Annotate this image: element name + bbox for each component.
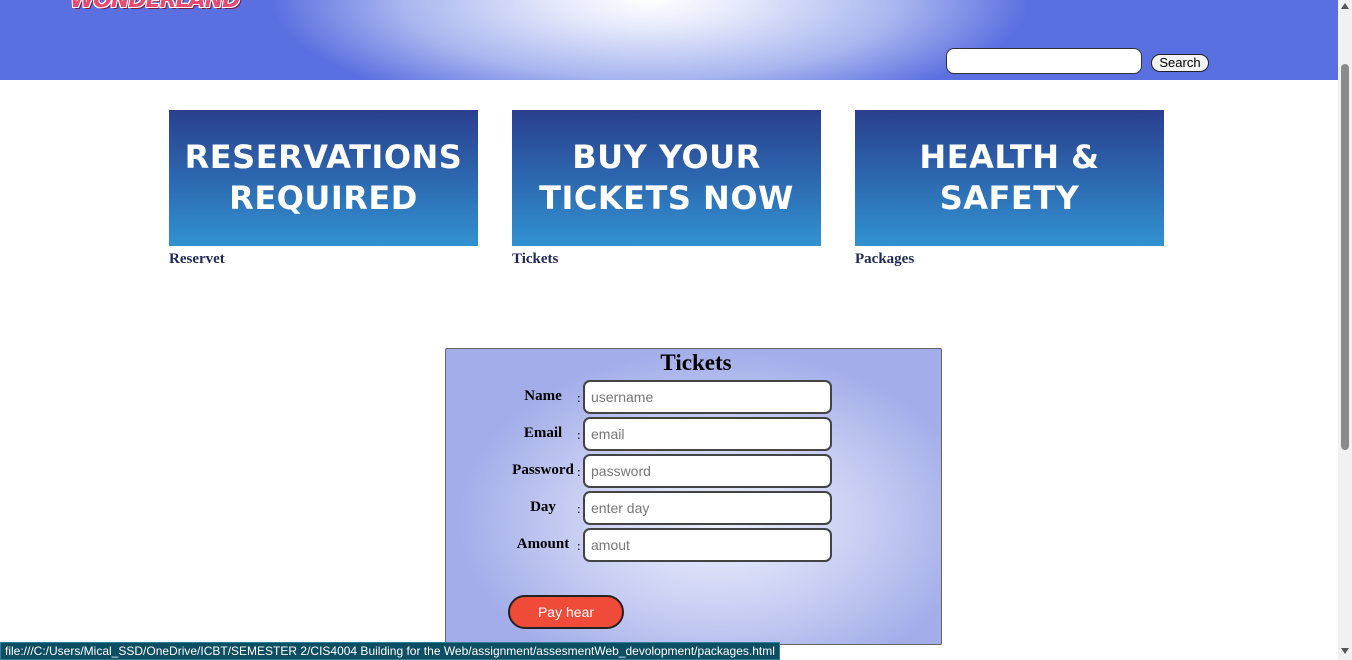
reservet-link[interactable]: Reservet xyxy=(169,251,478,268)
vertical-scrollbar[interactable] xyxy=(1338,0,1352,660)
card-health-safety: HEALTH & SAFETY Packages xyxy=(855,110,1164,268)
form-row-password: Password : xyxy=(446,454,943,488)
card-tickets: BUY YOUR TICKETS NOW Tickets xyxy=(512,110,821,268)
day-label: Day xyxy=(530,499,556,515)
tickets-form: Tickets Name : Email : Password : Day : … xyxy=(445,348,942,645)
search-button[interactable]: Search xyxy=(1151,54,1209,72)
colon: : xyxy=(577,427,581,442)
amount-input[interactable] xyxy=(583,528,832,562)
banner-line: RESERVATIONS xyxy=(184,138,463,176)
colon: : xyxy=(577,538,581,553)
site-header: WONDERLAND Search xyxy=(0,0,1338,80)
name-input[interactable] xyxy=(583,380,832,414)
scroll-down-arrow-icon[interactable] xyxy=(1341,648,1349,654)
email-input[interactable] xyxy=(583,417,832,451)
password-input[interactable] xyxy=(583,454,832,488)
name-label: Name xyxy=(524,388,562,404)
banner-line: BUY YOUR xyxy=(572,138,761,176)
email-label: Email xyxy=(523,425,563,441)
search-input[interactable] xyxy=(946,48,1142,74)
scroll-up-arrow-icon[interactable] xyxy=(1341,3,1349,9)
password-label: Password xyxy=(512,462,574,478)
tickets-link[interactable]: Tickets xyxy=(512,251,821,268)
status-bar-url: file:///C:/Users/Mical_SSD/OneDrive/ICBT… xyxy=(0,642,780,660)
packages-link[interactable]: Packages xyxy=(855,251,1164,268)
amount-label: Amount xyxy=(516,536,570,552)
colon: : xyxy=(577,464,581,479)
wonderland-logo[interactable]: WONDERLAND xyxy=(70,0,240,13)
scrollbar-thumb[interactable] xyxy=(1341,64,1349,450)
form-row-name: Name : xyxy=(446,380,943,414)
banner-line: REQUIRED xyxy=(229,179,418,217)
banner-line: TICKETS NOW xyxy=(539,179,794,217)
tickets-banner[interactable]: BUY YOUR TICKETS NOW xyxy=(512,110,821,246)
form-row-email: Email : xyxy=(446,417,943,451)
form-title: Tickets xyxy=(660,350,732,375)
colon: : xyxy=(577,501,581,516)
banner-line: SAFETY xyxy=(939,179,1080,217)
form-row-day: Day : xyxy=(446,491,943,525)
banner-line: HEALTH & xyxy=(919,138,1100,176)
health-safety-banner[interactable]: HEALTH & SAFETY xyxy=(855,110,1164,246)
form-row-amount: Amount : xyxy=(446,528,943,562)
colon: : xyxy=(577,390,581,405)
pay-button[interactable]: Pay hear xyxy=(508,595,624,629)
reservations-banner[interactable]: RESERVATIONS REQUIRED xyxy=(169,110,478,246)
day-input[interactable] xyxy=(583,491,832,525)
card-reservations: RESERVATIONS REQUIRED Reservet xyxy=(169,110,478,268)
